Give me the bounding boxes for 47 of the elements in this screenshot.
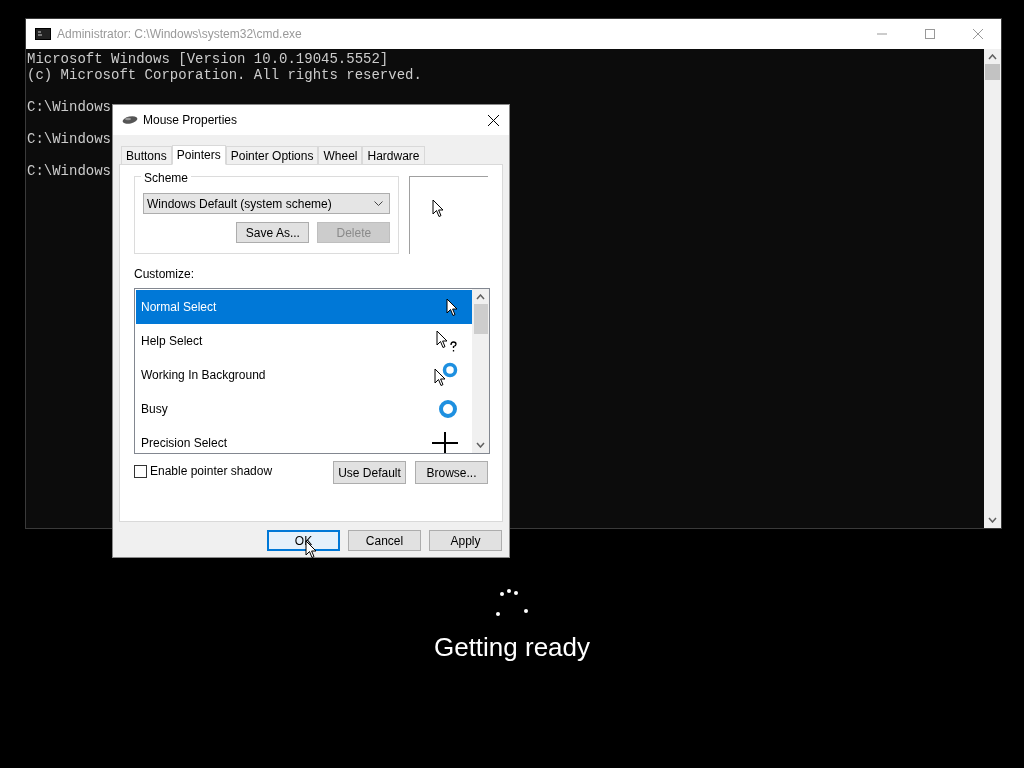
dialog-title: Mouse Properties [143, 112, 238, 129]
tab[interactable]: Wheel [318, 146, 363, 164]
scrollbar[interactable] [984, 49, 1001, 528]
list-button[interactable]: Browse... [415, 461, 488, 484]
console-line: C:\Windows [27, 99, 111, 115]
scroll-up-icon[interactable] [476, 294, 485, 300]
console-app-icon [35, 28, 51, 40]
console-line: (c) Microsoft Corporation. All rights reserved. [27, 67, 422, 83]
chevron-down-icon [374, 201, 384, 206]
pointer-list-item[interactable]: Precision Select [136, 426, 472, 453]
crosshair-icon [432, 432, 458, 453]
list-scrollbar[interactable] [472, 289, 489, 453]
maximize-icon[interactable] [925, 29, 935, 39]
console-line: Microsoft Windows [Version 10.0.19045.5552] [27, 51, 389, 67]
customize-label: Customize: [134, 266, 195, 283]
scroll-thumb[interactable] [473, 304, 488, 334]
dialog-button[interactable]: Cancel [348, 530, 421, 551]
arrow-pointer-icon [432, 199, 445, 218]
scheme-button[interactable]: Save As... [236, 222, 310, 243]
checkbox[interactable] [134, 464, 147, 478]
status-text: Getting ready [433, 631, 591, 664]
tab[interactable]: Pointers [171, 145, 226, 165]
scroll-down-icon[interactable] [476, 442, 485, 448]
scroll-up-icon[interactable] [988, 54, 997, 60]
pointer-list-item[interactable]: Normal Select [136, 290, 472, 324]
dialog-button[interactable]: Apply [429, 530, 502, 551]
close-icon[interactable] [488, 114, 499, 126]
busy-ring-icon [438, 399, 458, 419]
pointer-list-item[interactable]: Working In Background [136, 358, 472, 392]
tab[interactable]: Pointer Options [225, 146, 319, 164]
scheme-dropdown[interactable]: Windows Default (system scheme) [143, 193, 391, 214]
arrow-pointer-icon [446, 297, 458, 317]
tab[interactable]: Hardware [362, 146, 425, 164]
help-pointer-icon [436, 330, 458, 352]
pointer-list-item[interactable]: Busy [136, 392, 472, 426]
mouse-icon [122, 115, 138, 125]
console-line: C:\Windows [27, 163, 111, 179]
scroll-thumb[interactable] [985, 64, 1000, 80]
console-line: C:\Windows [27, 131, 111, 147]
scroll-down-icon[interactable] [988, 517, 997, 523]
pointer-list-item[interactable]: Help Select [136, 324, 472, 358]
dialog-button[interactable]: OK [267, 530, 340, 551]
working-pointer-icon [434, 362, 458, 388]
checkbox-label: Enable pointer shadow [150, 463, 273, 480]
list-button[interactable]: Use Default [333, 461, 406, 484]
window-title: Administrator: C:\Windows\system32\cmd.exe [57, 26, 302, 43]
tab[interactable]: Buttons [121, 146, 172, 164]
